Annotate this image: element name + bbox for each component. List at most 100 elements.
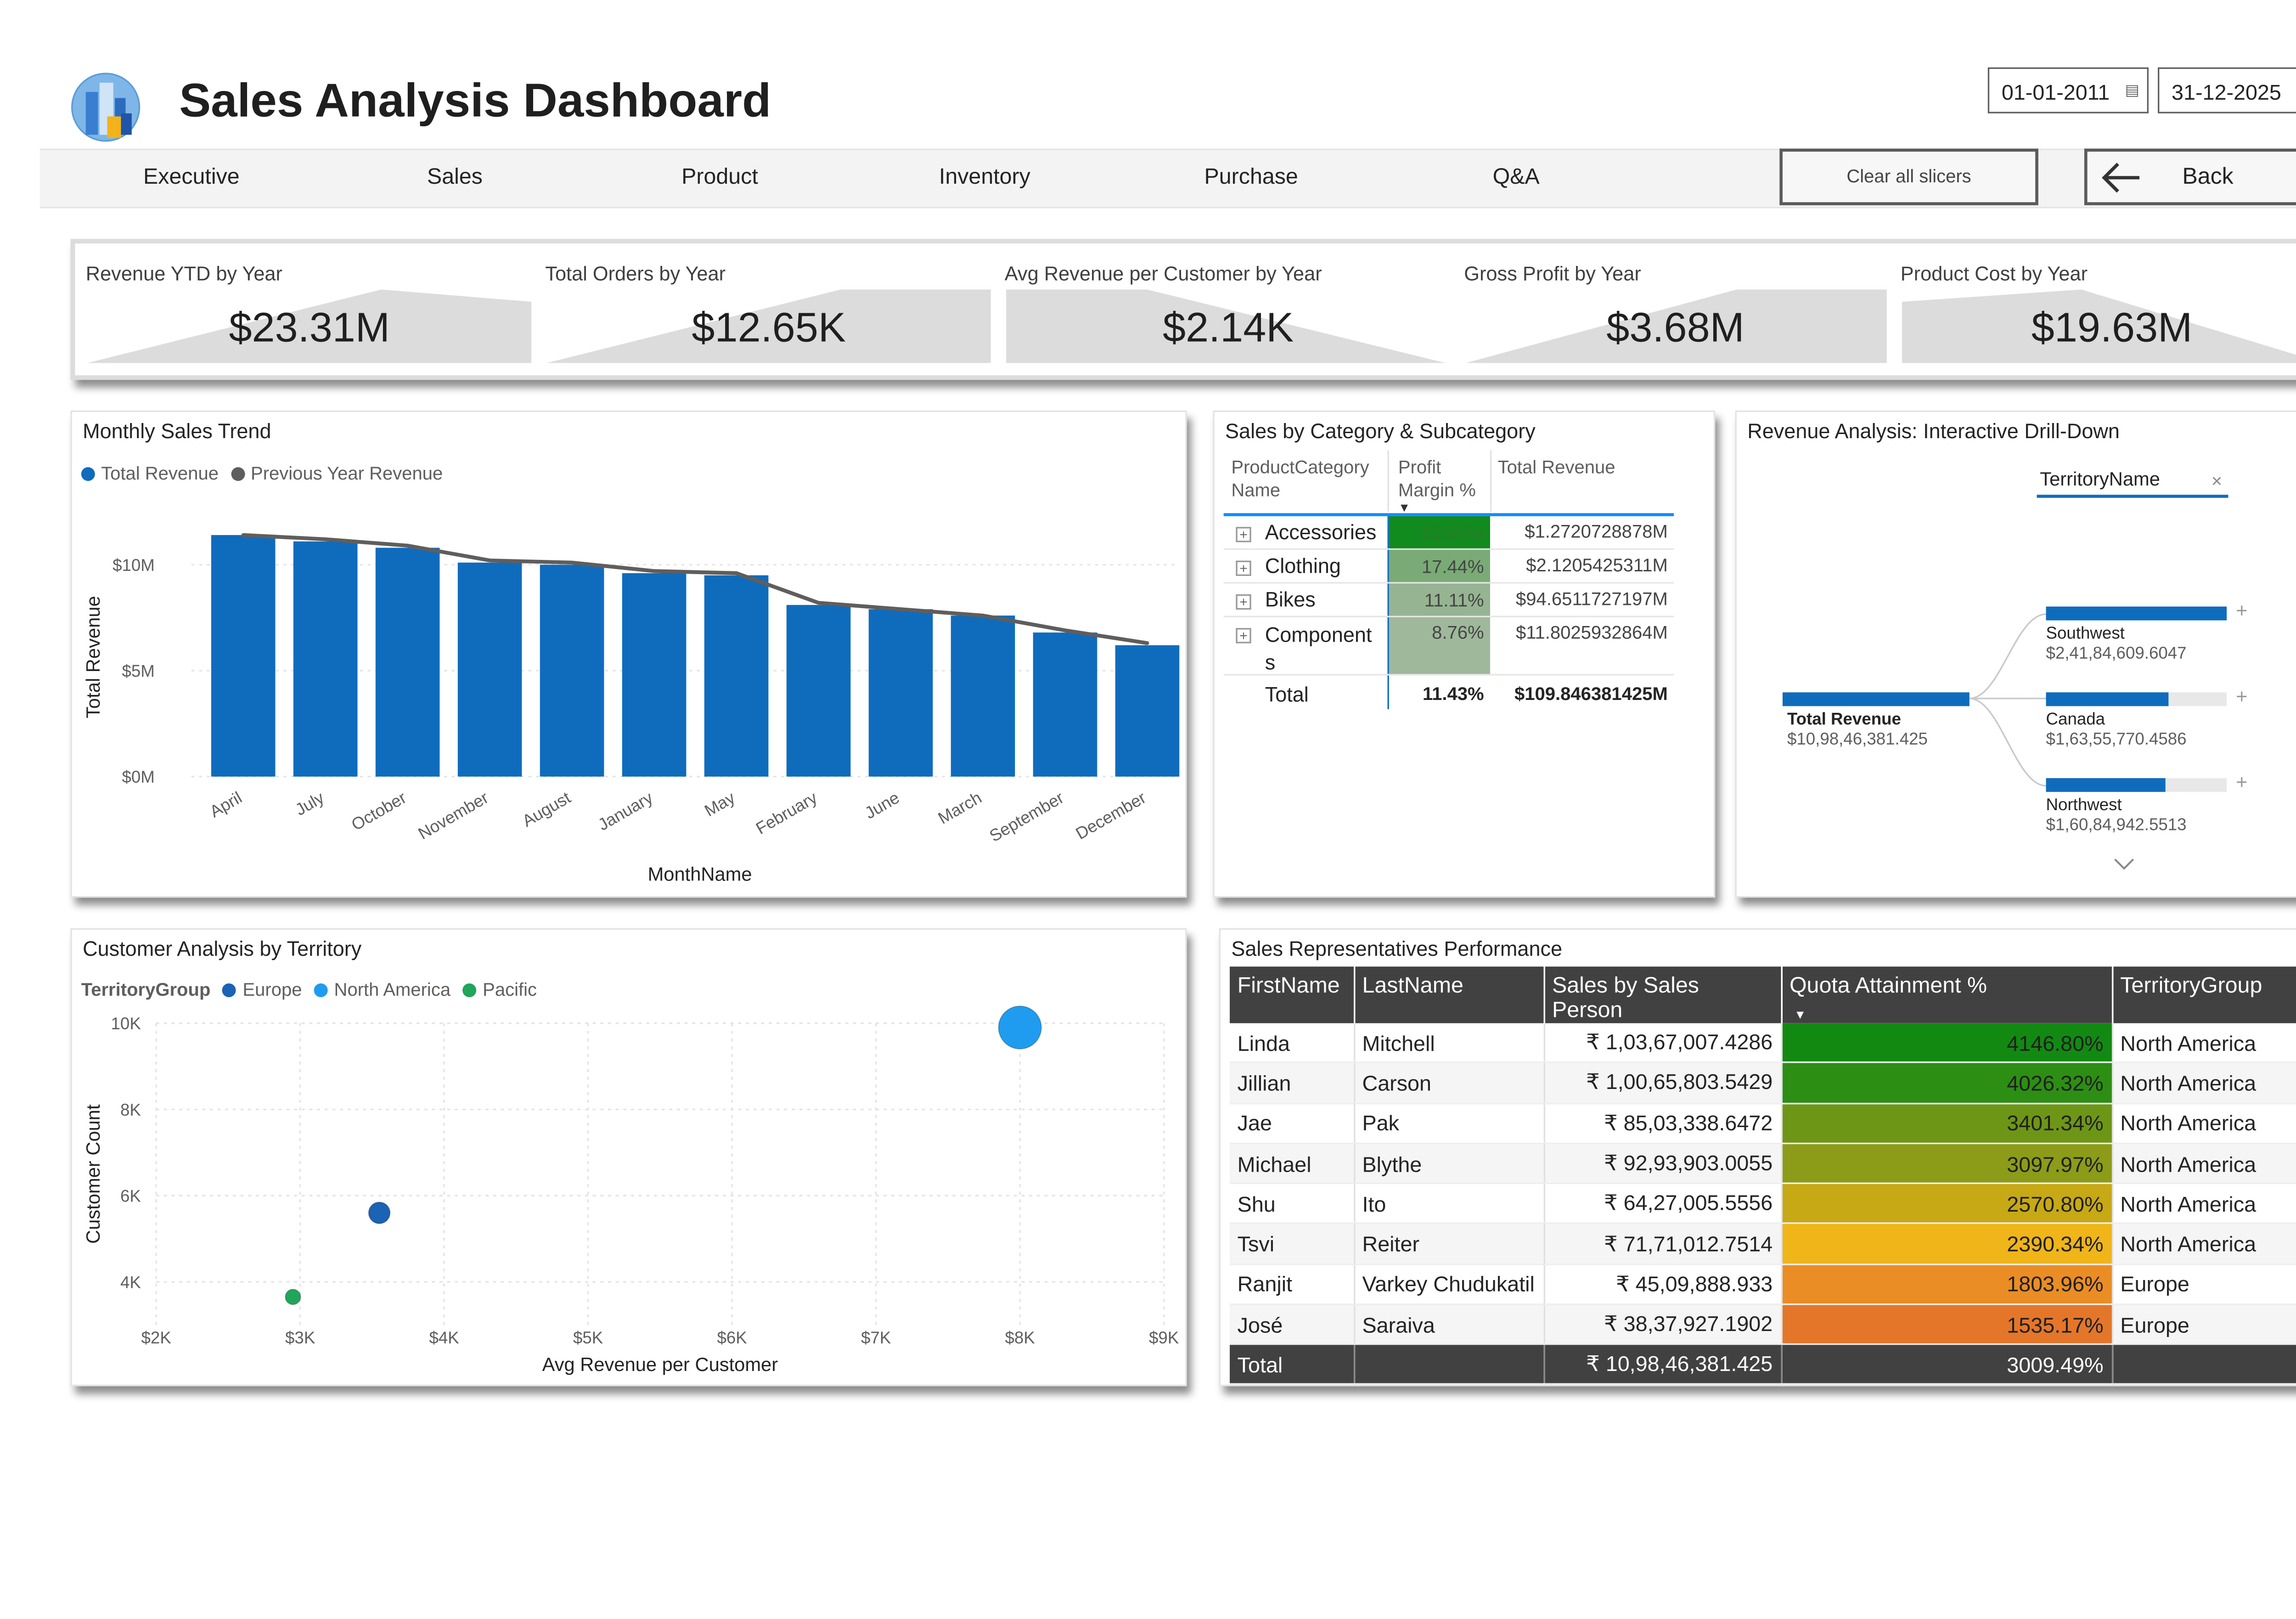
column-header-quota-label: Quota Attainment % <box>1789 974 1987 999</box>
bar-june[interactable] <box>868 609 933 777</box>
table-row[interactable]: Michael Blythe ₹ 92,93,903.0055 3097.97% Nor… <box>1230 1143 2296 1185</box>
nav-qa[interactable]: Q&A <box>1493 165 1540 190</box>
bar-november[interactable] <box>457 562 522 777</box>
kpi-label-total-orders: Total Orders by Year <box>545 262 726 285</box>
column-header-lastname[interactable]: LastName <box>1354 966 1545 1023</box>
header-total-revenue[interactable]: Total Revenue <box>1498 457 1682 479</box>
cell-firstname: Jae <box>1230 1103 1355 1144</box>
drilldown-value-canada: $1,63,55,770.4586 <box>2046 730 2187 749</box>
x-tick-label: November <box>415 788 492 843</box>
category-total-label: Total <box>1265 683 1309 706</box>
bar-may[interactable] <box>704 575 769 777</box>
cell-lastname: Ito <box>1354 1183 1545 1225</box>
point-previous-year-november[interactable] <box>488 558 492 563</box>
cell-lastname: Reiter <box>1354 1224 1545 1265</box>
cell-quota: 3097.97% <box>1781 1143 2113 1185</box>
drilldown-card: Revenue Analysis: Interactive Drill-Down… <box>1735 410 2296 898</box>
drilldown-bar-canada[interactable] <box>2046 692 2168 706</box>
table-row[interactable]: Shu Ito ₹ 64,27,005.5556 2570.80% North Amer… <box>1230 1183 2296 1225</box>
cell-quota: 1535.17% <box>1781 1304 2113 1346</box>
x-tick-label: August <box>519 788 574 831</box>
point-previous-year-july[interactable] <box>323 537 327 542</box>
table-row[interactable]: José Saraiva ₹ 38,37,927.1902 1535.17% Europ… <box>1230 1304 2296 1346</box>
expand-icon[interactable]: + <box>1236 560 1251 576</box>
column-header-quota[interactable]: Quota Attainment % ▼ <box>1781 966 2113 1023</box>
kpi-label-gross-profit: Gross Profit by Year <box>1464 262 1641 285</box>
category-matrix-card: Sales by Category & Subcategory ProductC… <box>1213 410 1716 898</box>
point-previous-year-october[interactable] <box>405 543 410 547</box>
header-divider <box>1387 450 1389 512</box>
header-category-name[interactable]: ProductCategory Name <box>1231 457 1384 502</box>
nav-sales[interactable]: Sales <box>427 165 483 190</box>
table-row[interactable]: Jillian Carson ₹ 1,00,65,803.5429 4026.32% N… <box>1230 1062 2296 1104</box>
bar-september[interactable] <box>1033 632 1097 777</box>
point-previous-year-december[interactable] <box>1145 641 1149 645</box>
nav-executive[interactable]: Executive <box>143 165 240 190</box>
table-row[interactable]: Jae Pak ₹ 85,03,338.6472 3401.34% North Amer… <box>1230 1103 2296 1144</box>
drilldown-root-value: $10,98,46,381.425 <box>1787 730 1928 749</box>
nav-purchase[interactable]: Purchase <box>1204 165 1298 190</box>
bar-august[interactable] <box>540 564 604 777</box>
calendar-icon[interactable]: ▤ <box>2125 69 2139 115</box>
scatter-point-pacific[interactable] <box>285 1289 301 1305</box>
cell-firstname: Tsvi <box>1230 1224 1355 1265</box>
chevron-down-icon[interactable] <box>2113 856 2135 871</box>
header-profit-margin[interactable]: Profit Margin % <box>1398 457 1490 502</box>
cell-territory: North America <box>2111 1143 2296 1185</box>
cell-firstname: Linda <box>1230 1023 1355 1064</box>
point-previous-year-march[interactable] <box>981 614 985 618</box>
expand-plus-icon[interactable]: + <box>2236 771 2247 794</box>
scatter-point-north-america[interactable] <box>998 1005 1042 1049</box>
sort-descending-icon: ▼ <box>1794 1008 1806 1022</box>
margin-value-accessories: 62.60% <box>1421 522 1484 544</box>
customer-scatter-chart: 4K 6K 8K 10K $2K $3K $4K $5K $6K $7K $8K $9K Avg Rev… <box>82 1005 1179 1375</box>
drilldown-value-northwest: $1,60,84,942.5513 <box>2046 816 2187 835</box>
column-header-firstname[interactable]: FirstName <box>1230 966 1355 1023</box>
end-date-input[interactable]: 31-12-2025 ▤ <box>2158 67 2296 113</box>
total-sales: ₹ 10,98,46,381.425 <box>1543 1344 1782 1386</box>
drilldown-bar-southwest[interactable] <box>2046 606 2227 621</box>
row-divider <box>1223 674 1674 676</box>
kpi-value-product-cost: $19.63M <box>2031 305 2193 351</box>
category-total-revenue: $109.846381425M <box>1514 683 1668 705</box>
revenue-value-clothing: $2.1205425311M <box>1526 554 1668 576</box>
table-row[interactable]: Tsvi Reiter ₹ 71,71,012.7514 2390.34% North … <box>1230 1224 2296 1265</box>
bar-april[interactable] <box>211 535 276 777</box>
point-previous-year-may[interactable] <box>734 571 738 575</box>
cell-lastname: Saraiva <box>1354 1304 1545 1346</box>
point-previous-year-september[interactable] <box>1063 628 1067 632</box>
bar-october[interactable] <box>375 547 440 777</box>
point-previous-year-january[interactable] <box>652 569 656 573</box>
table-row[interactable]: Ranjit Varkey Chudukatil ₹ 45,09,888.933 18… <box>1230 1264 2296 1305</box>
cell-quota: 4026.32% <box>1781 1062 2113 1104</box>
nav-inventory[interactable]: Inventory <box>939 165 1030 190</box>
cell-quota: 2570.80% <box>1781 1183 2113 1225</box>
expand-plus-icon[interactable]: + <box>2236 599 2247 622</box>
expand-icon[interactable]: + <box>1236 628 1251 643</box>
drilldown-root-bar[interactable] <box>1782 692 1970 706</box>
point-previous-year-august[interactable] <box>570 560 574 564</box>
expand-icon[interactable]: + <box>1236 527 1251 542</box>
bar-january[interactable] <box>622 573 687 777</box>
drilldown-bar-northwest[interactable] <box>2046 778 2167 792</box>
table-row[interactable]: Linda Mitchell ₹ 1,03,67,007.4286 4146.80% N… <box>1230 1023 2296 1064</box>
back-button[interactable]: Back <box>2084 148 2296 205</box>
start-date-input[interactable]: 01-01-2011 ▤ <box>1987 67 2149 115</box>
kpi-value-revenue-ytd: $23.31M <box>229 305 390 351</box>
bar-february[interactable] <box>786 605 851 777</box>
clear-slicers-button[interactable]: Clear all slicers <box>1779 148 2038 205</box>
scatter-point-europe[interactable] <box>368 1202 391 1224</box>
point-previous-year-june[interactable] <box>899 607 903 611</box>
bar-march[interactable] <box>951 615 1015 777</box>
expand-plus-icon[interactable]: + <box>2236 685 2247 708</box>
expand-icon[interactable]: + <box>1236 594 1251 610</box>
bar-july[interactable] <box>293 541 358 777</box>
column-header-territory[interactable]: TerritoryGroup <box>2111 966 2296 1023</box>
x-tick-label: $8K <box>1005 1328 1035 1347</box>
bar-december[interactable] <box>1115 645 1180 777</box>
x-tick-label: May <box>701 788 738 820</box>
column-header-sales[interactable]: Sales by Sales Person <box>1543 966 1782 1023</box>
nav-product[interactable]: Product <box>681 165 758 190</box>
point-previous-year-february[interactable] <box>816 601 821 605</box>
point-previous-year-april[interactable] <box>241 533 245 537</box>
